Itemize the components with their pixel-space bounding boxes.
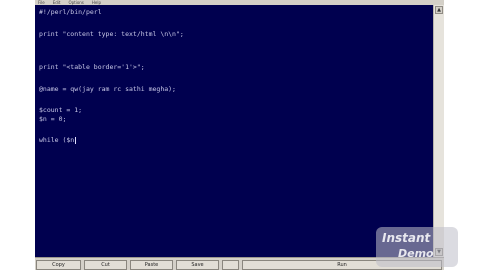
code-line: $count = 1; xyxy=(39,106,83,114)
instant-demo-watermark: Instant Demo xyxy=(376,227,458,267)
code-line-text: while ($n xyxy=(39,136,75,144)
code-editor[interactable]: #!/perl/bin/perl print "content type: te… xyxy=(35,5,433,257)
watermark-text: Instant xyxy=(382,231,431,245)
current-code-line: while ($n xyxy=(39,135,433,146)
scroll-up-arrow-icon[interactable]: ▲ xyxy=(435,6,443,14)
vertical-scrollbar[interactable]: ▲ ▼ xyxy=(433,5,444,257)
copy-button[interactable]: Copy xyxy=(36,260,81,270)
save-button[interactable]: Save xyxy=(176,260,219,270)
code-line: $n = 0; xyxy=(39,115,67,123)
paste-button[interactable]: Paste xyxy=(130,260,173,270)
code-line: #!/perl/bin/perl xyxy=(39,8,102,16)
code-line: print "<table border='1'>"; xyxy=(39,63,145,71)
code-line: print "content type: text/html \n\n"; xyxy=(39,30,184,38)
spacer-button xyxy=(222,260,239,270)
watermark-text: Demo xyxy=(398,247,434,260)
cut-button[interactable]: Cut xyxy=(84,260,127,270)
code-line: @name = qw(jay ram rc sathi megha); xyxy=(39,85,176,93)
text-caret xyxy=(75,136,77,144)
